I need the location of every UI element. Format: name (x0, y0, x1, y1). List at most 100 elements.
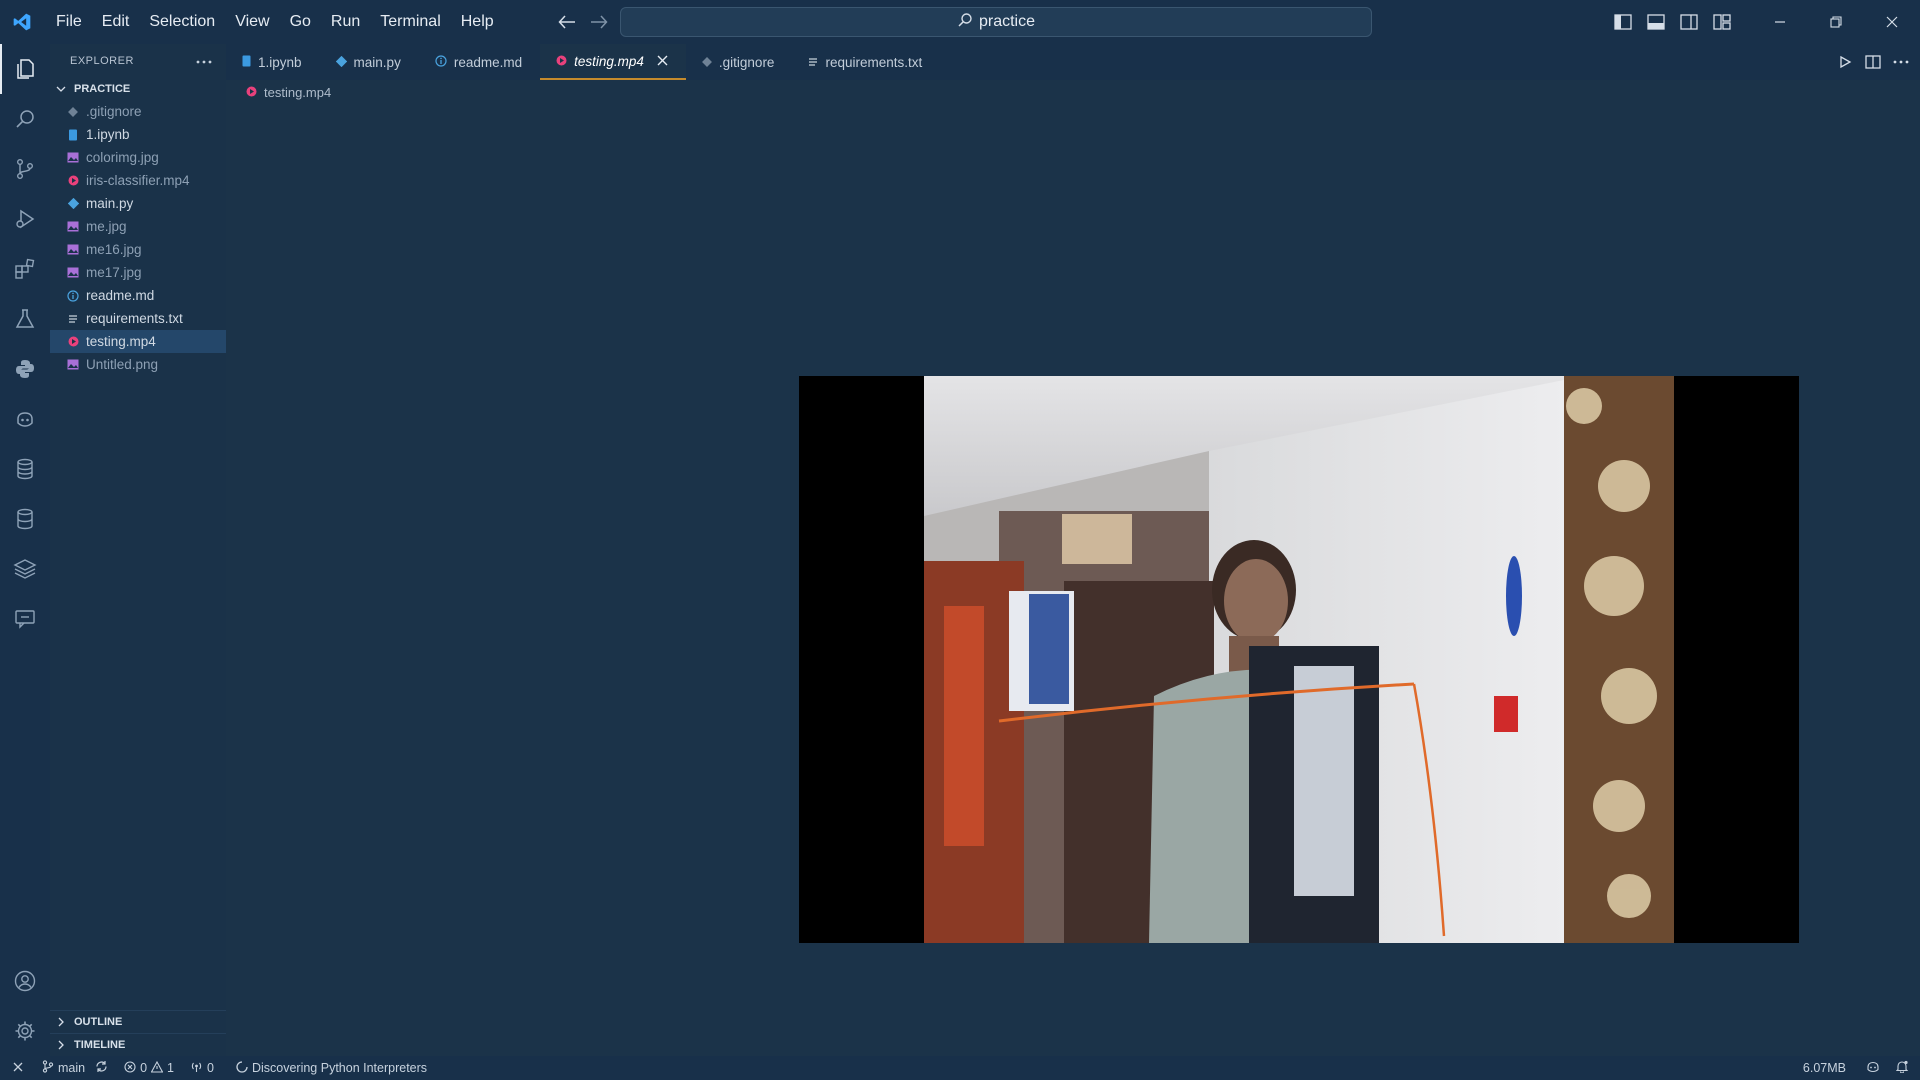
info-file-icon (66, 289, 80, 303)
error-icon (124, 1060, 136, 1076)
ports-indicator[interactable]: 0 (182, 1056, 222, 1080)
file-item-1-ipynb[interactable]: 1.ipynb (50, 123, 226, 146)
outline-label: OUTLINE (74, 1016, 123, 1028)
forward-arrow-icon[interactable] (586, 9, 612, 35)
tab-gitignore[interactable]: .gitignore (686, 44, 793, 80)
close-tab-icon[interactable] (657, 53, 668, 69)
image-file-icon (66, 151, 80, 165)
menu-file[interactable]: File (46, 0, 92, 44)
file-label: me16.jpg (86, 242, 142, 257)
explorer-header: EXPLORER (50, 44, 226, 78)
file-item-colorimg[interactable]: colorimg.jpg (50, 146, 226, 169)
file-item-me16-jpg[interactable]: me16.jpg (50, 238, 226, 261)
file-label: me.jpg (86, 219, 127, 234)
tab-1-ipynb[interactable]: 1.ipynb (226, 44, 320, 80)
notifications-bell[interactable] (1892, 1056, 1920, 1080)
account-icon[interactable] (0, 956, 50, 1006)
copilot-icon[interactable] (0, 394, 50, 444)
file-item-testing-mp4[interactable]: testing.mp4 (50, 330, 226, 353)
run-debug-icon[interactable] (0, 194, 50, 244)
menu-edit[interactable]: Edit (92, 0, 140, 44)
file-item-requirements[interactable]: requirements.txt (50, 307, 226, 330)
layers-icon[interactable] (0, 544, 50, 594)
run-play-icon[interactable] (1836, 53, 1854, 71)
close-window-icon[interactable] (1864, 0, 1920, 44)
settings-gear-icon[interactable] (0, 1006, 50, 1056)
more-actions-icon[interactable] (196, 55, 212, 67)
loading-spinner-icon (236, 1060, 248, 1076)
file-item-gitignore[interactable]: .gitignore (50, 100, 226, 123)
customize-layout-icon[interactable] (1705, 0, 1738, 44)
menu-go[interactable]: Go (280, 0, 321, 44)
broadcast-icon (190, 1061, 203, 1076)
text-file-icon (66, 312, 80, 326)
git-branch-icon (42, 1060, 54, 1076)
extensions-icon[interactable] (0, 244, 50, 294)
video-file-icon (66, 174, 80, 188)
video-file-icon (66, 335, 80, 349)
video-player[interactable] (799, 376, 1799, 943)
tab-main-py[interactable]: main.py (320, 44, 419, 80)
restore-icon[interactable] (1808, 0, 1864, 44)
branch-label: main (58, 1061, 86, 1075)
python-discovery-status[interactable]: Discovering Python Interpreters (228, 1056, 435, 1080)
video-frame-image (924, 376, 1674, 943)
tab-label: .gitignore (718, 54, 775, 70)
testing-flask-icon[interactable] (0, 294, 50, 344)
file-item-me17-jpg[interactable]: me17.jpg (50, 261, 226, 284)
editor-tabs: 1.ipynb main.py readme.md testing.mp4 .g… (226, 44, 1920, 80)
copilot-status[interactable] (1854, 1056, 1892, 1080)
toggle-secondary-sidebar-icon[interactable] (1672, 0, 1705, 44)
outline-section[interactable]: OUTLINE (50, 1010, 226, 1033)
timeline-section[interactable]: TIMELINE (50, 1033, 226, 1056)
split-editor-icon[interactable] (1864, 53, 1882, 71)
file-item-iris-classifier[interactable]: iris-classifier.mp4 (50, 169, 226, 192)
tab-label: readme.md (453, 54, 523, 70)
chevron-down-icon (54, 82, 68, 96)
menu-selection[interactable]: Selection (139, 0, 225, 44)
sync-icon[interactable] (95, 1060, 108, 1076)
file-item-main-py[interactable]: main.py (50, 192, 226, 215)
tab-label: testing.mp4 (574, 53, 644, 69)
explorer-icon[interactable] (0, 44, 50, 94)
branch-indicator[interactable]: main (34, 1056, 116, 1080)
file-item-untitled-png[interactable]: Untitled.png (50, 353, 226, 376)
tab-testing-mp4[interactable]: testing.mp4 (540, 44, 686, 80)
explorer-title: EXPLORER (70, 55, 134, 67)
remote-indicator[interactable] (0, 1056, 34, 1080)
database-alt-icon[interactable] (0, 494, 50, 544)
menu-help[interactable]: Help (451, 0, 504, 44)
problems-indicator[interactable]: 0 1 (116, 1056, 182, 1080)
warning-icon (150, 1060, 164, 1076)
menu-run[interactable]: Run (321, 0, 370, 44)
toggle-primary-sidebar-icon[interactable] (1606, 0, 1639, 44)
file-item-readme[interactable]: readme.md (50, 284, 226, 307)
folder-practice[interactable]: PRACTICE (50, 78, 226, 100)
back-arrow-icon[interactable] (554, 9, 580, 35)
menu-view[interactable]: View (225, 0, 279, 44)
menu-terminal[interactable]: Terminal (370, 0, 450, 44)
memory-usage[interactable]: 6.07MB (1795, 1056, 1854, 1080)
minimize-icon[interactable] (1752, 0, 1808, 44)
notebook-file-icon (242, 55, 251, 70)
command-center-search[interactable]: practice (620, 7, 1372, 37)
more-actions-icon[interactable] (1892, 53, 1910, 71)
vscode-logo-icon (0, 0, 44, 44)
video-file-icon (556, 54, 567, 69)
timeline-label: TIMELINE (74, 1039, 126, 1051)
tab-label: main.py (353, 54, 401, 70)
breadcrumb[interactable]: testing.mp4 (246, 82, 331, 102)
toggle-panel-icon[interactable] (1639, 0, 1672, 44)
chat-icon[interactable] (0, 594, 50, 644)
tab-readme-md[interactable]: readme.md (419, 44, 540, 80)
notebook-file-icon (66, 128, 80, 142)
file-item-me-jpg[interactable]: me.jpg (50, 215, 226, 238)
tab-requirements-txt[interactable]: requirements.txt (792, 44, 940, 80)
source-control-icon[interactable] (0, 144, 50, 194)
chevron-right-icon (54, 1015, 68, 1029)
search-icon[interactable] (0, 94, 50, 144)
python-icon[interactable] (0, 344, 50, 394)
image-file-icon (66, 243, 80, 257)
warning-count: 1 (167, 1061, 174, 1075)
database-icon[interactable] (0, 444, 50, 494)
